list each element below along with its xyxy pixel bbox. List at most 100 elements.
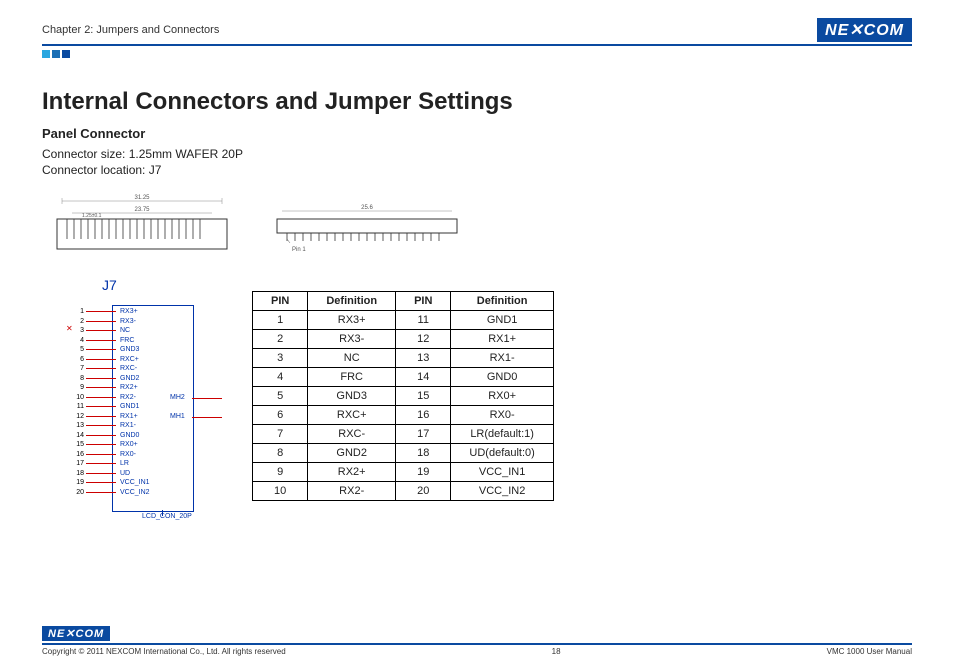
copyright-text: Copyright © 2011 NEXCOM International Co…	[42, 647, 286, 656]
table-cell: RXC-	[308, 425, 396, 444]
table-cell: 1	[253, 311, 308, 330]
pin-number: 20	[72, 489, 84, 496]
pin-number: 9	[72, 384, 84, 391]
pin-row: 9 RX2+	[42, 383, 212, 393]
table-row: 7RXC-17LR(default:1)	[253, 425, 554, 444]
table-cell: NC	[308, 349, 396, 368]
table-cell: RXC+	[308, 406, 396, 425]
chapter-title: Chapter 2: Jumpers and Connectors	[42, 24, 219, 36]
table-row: 6RXC+16RX0-	[253, 406, 554, 425]
pin-label: GND0	[120, 432, 139, 439]
table-cell: 4	[253, 368, 308, 387]
table-cell: RX1+	[451, 330, 553, 349]
decorative-squares	[42, 50, 912, 58]
page-title: Internal Connectors and Jumper Settings	[42, 88, 912, 116]
pin-row: 3 NC ✕	[42, 326, 212, 336]
table-cell: VCC_IN2	[451, 482, 553, 501]
pin-row: 11GND1	[42, 402, 212, 412]
pin-label: RX0-	[120, 451, 136, 458]
pin-number: 19	[72, 479, 84, 486]
table-cell: RX3-	[308, 330, 396, 349]
header-bar: Chapter 2: Jumpers and Connectors NE✕COM	[42, 18, 912, 46]
pin-number: 16	[72, 451, 84, 458]
table-row: 4FRC14GND0	[253, 368, 554, 387]
pin-row: 12RX1+	[42, 412, 212, 422]
pin-row: 20 VCC_IN2	[42, 488, 212, 498]
page-footer: NE✕COM Copyright © 2011 NEXCOM Internati…	[42, 624, 912, 656]
pin-number: 14	[72, 432, 84, 439]
pin-label: RXC-	[120, 365, 137, 372]
pin-number: 15	[72, 441, 84, 448]
pin-number: 12	[72, 413, 84, 420]
table-row: 2RX3-12RX1+	[253, 330, 554, 349]
table-cell: RX3+	[308, 311, 396, 330]
table-row: 9RX2+19VCC_IN1	[253, 463, 554, 482]
table-header: PIN	[253, 292, 308, 311]
pin-number: 10	[72, 394, 84, 401]
pin-number: 11	[72, 403, 84, 410]
table-cell: 3	[253, 349, 308, 368]
svg-text:25.6: 25.6	[361, 205, 373, 211]
table-cell: 17	[396, 425, 451, 444]
pin-label: VCC_IN1	[120, 479, 150, 486]
pin-label: VCC_IN2	[120, 489, 150, 496]
table-cell: UD(default:0)	[451, 444, 553, 463]
pin-label: RX1-	[120, 422, 136, 429]
pin-label: LR	[120, 460, 129, 467]
pin-label: GND2	[120, 375, 139, 382]
pin-number: 4	[72, 337, 84, 344]
table-cell: 5	[253, 387, 308, 406]
table-cell: GND0	[451, 368, 553, 387]
nc-x-mark: ✕	[66, 324, 73, 333]
nexcom-logo: NE✕COM	[817, 18, 912, 42]
mechanical-drawings: 31.25 23.75	[42, 191, 912, 261]
table-cell: 2	[253, 330, 308, 349]
pin-label: RX0+	[120, 441, 138, 448]
pin-row: 13RX1-	[42, 421, 212, 431]
connector-side-view: 25.6	[262, 191, 472, 261]
pin-row: 16 RX0-	[42, 450, 212, 460]
pin-label: NC	[120, 327, 130, 334]
pin-number: 2	[72, 318, 84, 325]
table-row: 10RX2-20VCC_IN2	[253, 482, 554, 501]
table-cell: 11	[396, 311, 451, 330]
table-cell: 10	[253, 482, 308, 501]
table-cell: GND2	[308, 444, 396, 463]
table-row: 3NC13RX1-	[253, 349, 554, 368]
pin-number: 6	[72, 356, 84, 363]
svg-text:31.25: 31.25	[134, 195, 150, 201]
table-cell: GND1	[451, 311, 553, 330]
pinout-schematic: J7 MH2 MH1 LCD_CON_20P 1RX3+2RX3-3NC✕4FR…	[42, 277, 212, 525]
table-cell: 7	[253, 425, 308, 444]
pin-label: RX3-	[120, 318, 136, 325]
pin-label: RX2+	[120, 384, 138, 391]
table-cell: GND3	[308, 387, 396, 406]
table-cell: 15	[396, 387, 451, 406]
table-cell: 9	[253, 463, 308, 482]
table-header: PIN	[396, 292, 451, 311]
pin-number: 7	[72, 365, 84, 372]
pin-row: 6RXC+	[42, 355, 212, 365]
table-cell: RX1-	[451, 349, 553, 368]
table-header: Definition	[451, 292, 553, 311]
pin-row: 10RX2-	[42, 393, 212, 403]
table-cell: RX2-	[308, 482, 396, 501]
manual-title: VMC 1000 User Manual	[827, 647, 912, 656]
svg-text:Pin 1: Pin 1	[292, 247, 306, 253]
table-cell: RX0+	[451, 387, 553, 406]
pin-number: 3	[72, 327, 84, 334]
page-number: 18	[552, 647, 561, 656]
pin-number: 18	[72, 470, 84, 477]
lcd-con-label: LCD_CON_20P	[142, 513, 192, 520]
table-cell: 6	[253, 406, 308, 425]
connector-size: Connector size: 1.25mm WAFER 20P	[42, 147, 912, 161]
pin-row: 19 VCC_IN1	[42, 478, 212, 488]
pin-row: 5GND3	[42, 345, 212, 355]
pin-row: 17 LR	[42, 459, 212, 469]
pin-row: 18UD	[42, 469, 212, 479]
section-subhead: Panel Connector	[42, 126, 912, 141]
pin-number: 17	[72, 460, 84, 467]
pin-number: 5	[72, 346, 84, 353]
svg-text:23.75: 23.75	[134, 207, 150, 213]
table-row: 5GND315RX0+	[253, 387, 554, 406]
